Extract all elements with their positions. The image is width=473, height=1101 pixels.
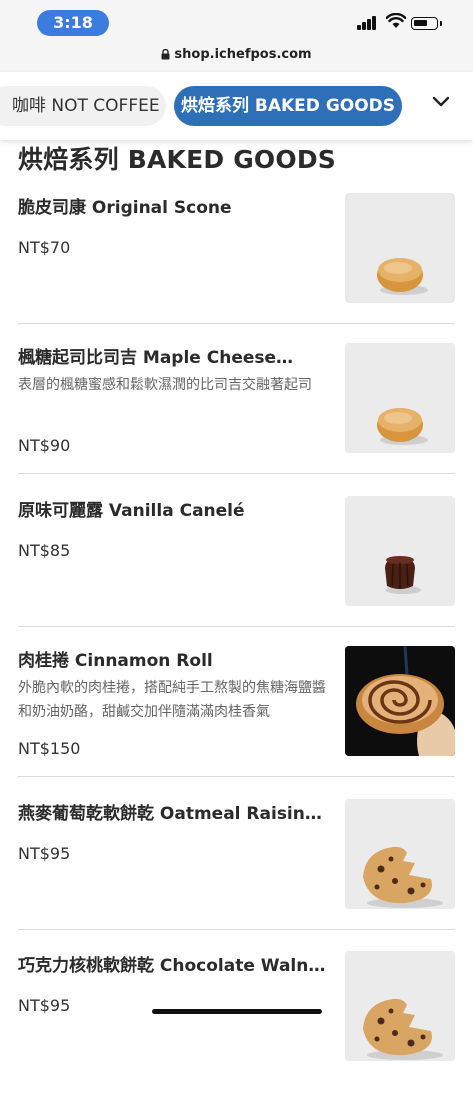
item-price: NT$95 xyxy=(18,844,71,863)
item-name: 原味可麗露 Vanilla Canelé xyxy=(18,501,245,521)
item-price: NT$95 xyxy=(18,996,71,1015)
battery-icon xyxy=(411,17,442,30)
item-name: 巧克力核桃軟餅乾 Chocolate Waln… xyxy=(18,956,326,976)
item-price: NT$85 xyxy=(18,541,71,560)
item-divider xyxy=(18,776,455,777)
canele-photo[interactable] xyxy=(345,496,455,606)
cellular-signal-icon xyxy=(357,16,379,30)
item-price: NT$70 xyxy=(18,238,71,257)
status-time: 3:18 xyxy=(37,10,109,36)
item-name: 楓糖起司比司吉 Maple Cheese… xyxy=(18,348,294,368)
section-title: 烘焙系列 BAKED GOODS xyxy=(18,145,336,174)
address-bar[interactable]: shop.ichefpos.com xyxy=(0,44,473,72)
tab-baked-goods[interactable]: 烘焙系列 BAKED GOODS xyxy=(174,86,402,126)
item-description: 表層的楓糖蜜感和鬆軟濕潤的比司吉交融著起司 xyxy=(18,377,312,393)
lock-icon xyxy=(161,49,170,60)
scone-photo[interactable] xyxy=(345,193,455,303)
menu-item[interactable]: 肉桂捲 Cinnamon Roll 外脆內軟的肉桂捲，搭配純手工熬製的焦糖海鹽醬和… xyxy=(0,646,473,796)
menu-item[interactable]: 原味可麗露 Vanilla Canelé NT$85 xyxy=(0,496,473,646)
menu-item[interactable]: 巧克力核桃軟餅乾 Chocolate Waln… NT$95 xyxy=(0,951,473,1101)
scone-photo[interactable] xyxy=(345,343,455,453)
menu-item[interactable]: 楓糖起司比司吉 Maple Cheese… 表層的楓糖蜜感和鬆軟濕潤的比司吉交融著… xyxy=(0,343,473,493)
url-text: shop.ichefpos.com xyxy=(174,47,312,62)
wifi-icon xyxy=(386,13,406,28)
item-name: 脆皮司康 Original Scone xyxy=(18,198,232,218)
menu-item[interactable]: 脆皮司康 Original Scone NT$70 xyxy=(0,193,473,343)
item-divider xyxy=(18,929,455,930)
menu-item[interactable]: 燕麥葡萄乾軟餅乾 Oatmeal Raisin… NT$95 xyxy=(0,799,473,949)
home-indicator xyxy=(152,1009,322,1014)
cinnamon-roll-photo[interactable] xyxy=(345,646,455,756)
item-price: NT$90 xyxy=(18,436,71,455)
cookie-photo[interactable] xyxy=(345,799,455,909)
item-divider xyxy=(18,473,455,474)
tab-not-coffee[interactable]: 咖啡 NOT COFFEE xyxy=(0,86,166,126)
status-bar: 3:18 xyxy=(0,0,473,44)
item-name: 肉桂捲 Cinnamon Roll xyxy=(18,651,213,671)
item-divider xyxy=(18,626,455,627)
chevron-down-icon[interactable] xyxy=(432,96,450,108)
category-tab-bar: 咖啡 NOT COFFEE 烘焙系列 BAKED GOODS xyxy=(0,72,473,140)
item-divider xyxy=(18,323,455,324)
item-name: 燕麥葡萄乾軟餅乾 Oatmeal Raisin… xyxy=(18,804,322,824)
item-description: 外脆內軟的肉桂捲，搭配純手工熬製的焦糖海鹽醬和奶油奶酪，甜鹹交加伴隨滿滿肉桂香氣 xyxy=(18,680,326,720)
cookie-photo[interactable] xyxy=(345,951,455,1061)
item-price: NT$150 xyxy=(18,739,81,758)
